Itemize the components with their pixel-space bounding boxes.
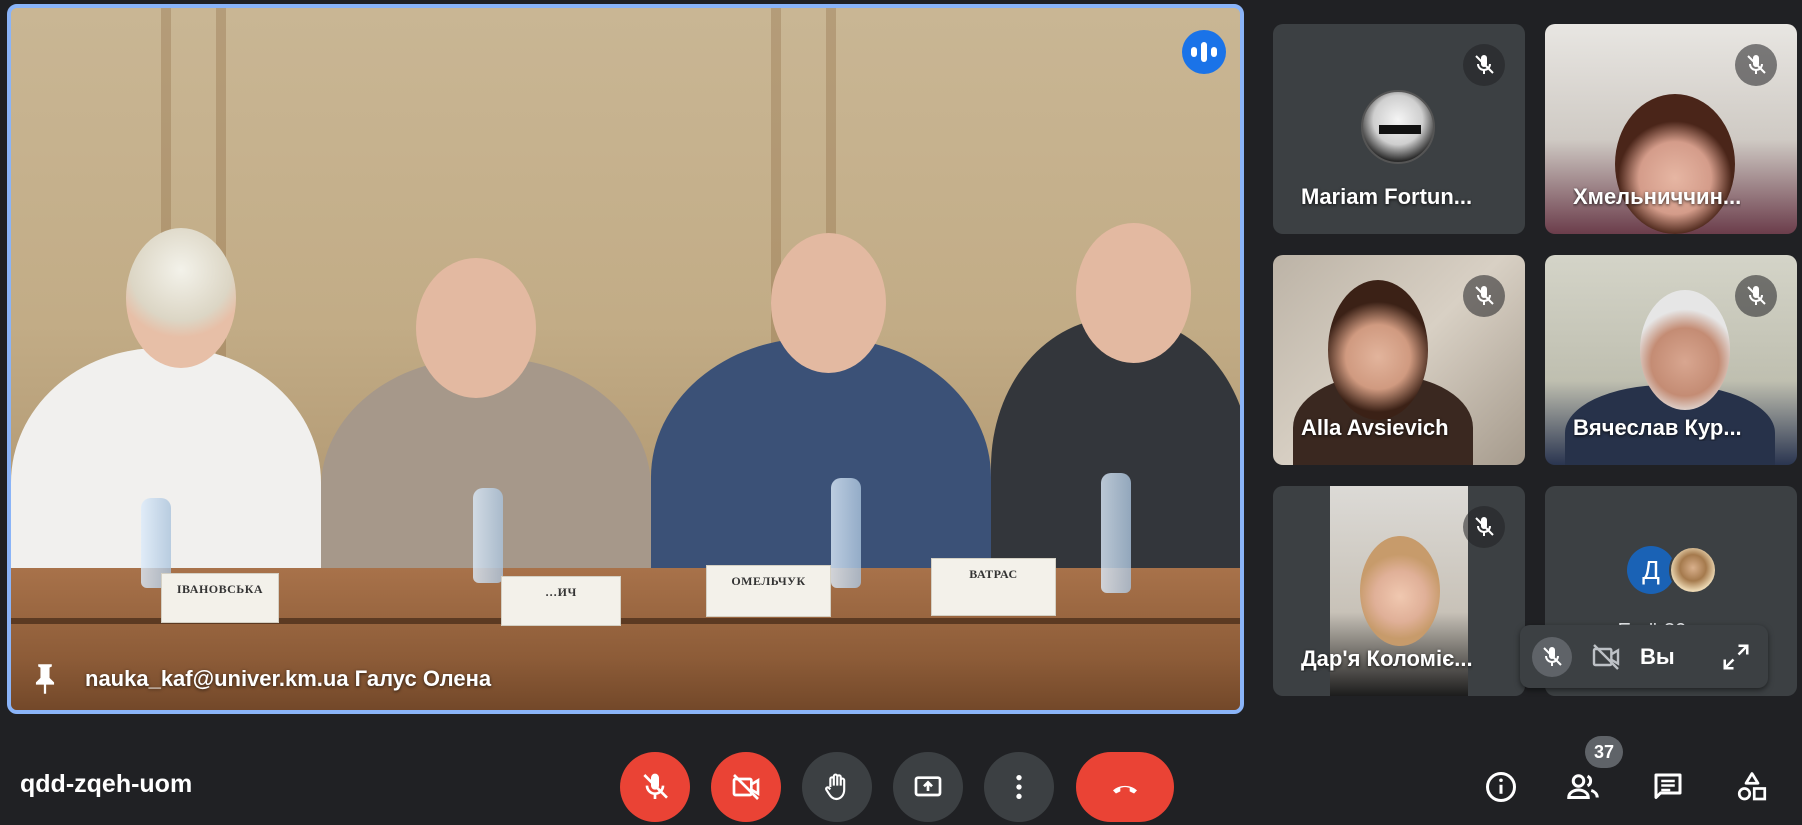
raise-hand-icon xyxy=(825,773,846,801)
camera-off-icon xyxy=(732,774,760,800)
avatar-photo xyxy=(1669,546,1717,594)
leave-call-button[interactable] xyxy=(1076,752,1174,822)
nameplate: ВАТРАС xyxy=(931,558,1056,616)
water-bottle xyxy=(1101,473,1131,593)
people-button[interactable] xyxy=(1560,764,1606,810)
participant-tile[interactable]: Alla Avsievich xyxy=(1273,255,1525,465)
present-screen-button[interactable] xyxy=(893,752,963,822)
self-view-bar[interactable]: Вы xyxy=(1520,625,1768,688)
more-participants-avatars: Д xyxy=(1627,546,1717,594)
info-icon xyxy=(1486,772,1516,802)
activities-button[interactable] xyxy=(1729,764,1775,810)
main-speaker-tile[interactable]: ІВАНОВСЬКА …ИЧ ОМЕЛЬЧУК ВАТРАС nauka_kaf… xyxy=(7,4,1244,714)
participant-head xyxy=(1360,536,1440,646)
water-bottle xyxy=(831,478,861,588)
camera-toggle-button[interactable] xyxy=(711,752,781,822)
participant-tile[interactable]: Вячеслав Кур... xyxy=(1545,255,1797,465)
participant-name: Mariam Fortun... xyxy=(1301,184,1473,209)
mic-off-icon xyxy=(1463,506,1505,548)
participant-head xyxy=(1076,223,1191,363)
raise-hand-button[interactable] xyxy=(802,752,872,822)
participant-head xyxy=(771,233,886,373)
participant-name: Дар'я Коломіє... xyxy=(1301,646,1473,671)
mic-off-icon[interactable] xyxy=(1532,636,1572,677)
expand-icon[interactable] xyxy=(1716,637,1756,677)
participant-avatar xyxy=(1361,90,1435,164)
participant-head xyxy=(1328,280,1428,420)
participant-head xyxy=(416,258,536,398)
avatar-photo-icon xyxy=(1379,125,1421,134)
mic-off-icon xyxy=(1735,275,1777,317)
participant-name: Хмельниччин... xyxy=(1573,184,1742,209)
more-options-button[interactable] xyxy=(984,752,1054,822)
participant-name: Alla Avsievich xyxy=(1301,415,1449,440)
activities-icon xyxy=(1737,772,1767,801)
mic-off-icon xyxy=(643,773,668,799)
main-tile-name: nauka_kaf@univer.km.ua Галус Олена xyxy=(85,666,492,691)
avatar-letter: Д xyxy=(1627,546,1675,594)
pin-icon[interactable] xyxy=(31,662,59,696)
meeting-code: qdd-zqeh-uom xyxy=(20,770,193,798)
main-tile-name-label: nauka_kaf@univer.km.ua Галус Олена xyxy=(31,662,491,696)
water-bottle xyxy=(473,488,503,583)
mic-toggle-button[interactable] xyxy=(620,752,690,822)
nameplate: …ИЧ xyxy=(501,576,621,626)
participant-tile[interactable]: Хмельниччин... xyxy=(1545,24,1797,234)
participant-name: Вячеслав Кур... xyxy=(1573,415,1742,440)
chat-button[interactable] xyxy=(1645,764,1691,810)
meeting-details-button[interactable] xyxy=(1478,764,1524,810)
speaking-indicator-icon xyxy=(1182,30,1226,74)
nameplate: ІВАНОВСЬКА xyxy=(161,573,279,623)
mic-off-icon xyxy=(1463,44,1505,86)
camera-off-icon[interactable] xyxy=(1586,637,1626,677)
participant-count-badge: 37 xyxy=(1585,736,1623,768)
more-vert-icon xyxy=(1016,775,1022,799)
participant-head xyxy=(1640,290,1730,410)
mic-off-icon xyxy=(1735,44,1777,86)
self-view-label: Вы xyxy=(1640,643,1675,669)
participant-head xyxy=(126,228,236,368)
mic-off-icon xyxy=(1463,275,1505,317)
present-screen-icon xyxy=(914,776,942,797)
call-end-icon xyxy=(1113,785,1137,794)
participant-head xyxy=(1615,94,1735,234)
participant-tile[interactable]: Дар'я Коломіє... xyxy=(1273,486,1525,696)
people-icon xyxy=(1567,774,1599,799)
participant-tile[interactable]: Mariam Fortun... xyxy=(1273,24,1525,234)
nameplate: ОМЕЛЬЧУК xyxy=(706,565,831,617)
chat-icon xyxy=(1654,773,1682,799)
